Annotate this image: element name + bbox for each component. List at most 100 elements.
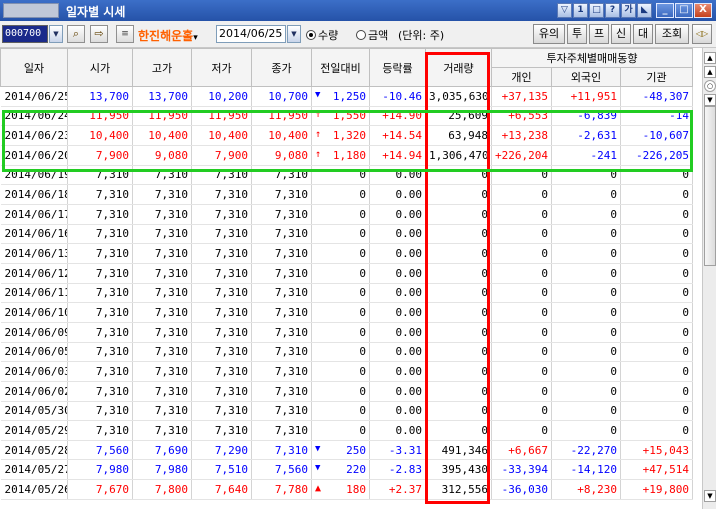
header-individual[interactable]: 개인 xyxy=(491,67,552,87)
filter-icon[interactable]: ▽ xyxy=(557,3,572,18)
cell-date: 2014/05/28 xyxy=(0,440,68,461)
table-row[interactable]: 2014/06/24 11,950 11,950 11,950 11,950 ↑ 1,550… xyxy=(0,106,693,127)
header-institution[interactable]: 기관 xyxy=(620,67,693,87)
cell-low: 7,310 xyxy=(191,184,252,205)
search-icon[interactable]: ⌕ xyxy=(67,25,85,43)
table-row[interactable]: 2014/05/27 7,980 7,980 7,510 7,560 ▼ 220 -2.83 3… xyxy=(0,459,693,481)
cell-close: 10,400 xyxy=(251,125,312,146)
credit-button[interactable]: 신 xyxy=(611,24,631,44)
vertical-scrollbar[interactable]: ▲ ▲ ○ ▼ ▼ xyxy=(702,48,716,509)
cell-open: 7,310 xyxy=(67,204,133,225)
cell-foreign-text: 0 xyxy=(610,325,617,339)
header-open[interactable]: 시가 xyxy=(67,48,133,87)
scroll-center-icon[interactable]: ○ xyxy=(704,80,716,92)
cell-date: 2014/05/27 xyxy=(0,459,68,481)
cell-change-text: 0 xyxy=(359,365,366,379)
unit-label: (단위: 주) xyxy=(398,29,445,42)
cell-close: 7,310 xyxy=(251,342,312,363)
loan-button[interactable]: 대 xyxy=(633,24,653,44)
table-row[interactable]: 2014/06/16 7,310 7,310 7,310 7,310 0 0.00 0 0 0 0 xyxy=(0,224,693,245)
note-icon[interactable]: ≡ xyxy=(116,25,134,43)
table-row[interactable]: 2014/06/18 7,310 7,310 7,310 7,310 0 0.00 0 0 0 0 xyxy=(0,184,693,205)
stock-name-dropdown-icon[interactable]: ▾ xyxy=(193,33,198,43)
up-arrow-icon: ↑ xyxy=(315,129,322,141)
cell-close-text: 7,310 xyxy=(274,188,308,202)
table-row[interactable]: 2014/06/25 13,700 13,700 10,200 10,700 ▼ 1,250… xyxy=(0,86,693,107)
header-foreign[interactable]: 외국인 xyxy=(551,67,621,87)
cell-close-text: 9,080 xyxy=(274,148,308,162)
cell-volume: 0 xyxy=(425,204,492,225)
header-rate[interactable]: 등락률 xyxy=(369,48,426,87)
table-row[interactable]: 2014/05/28 7,560 7,690 7,290 7,310 ▼ 250 -3.31 4… xyxy=(0,440,693,461)
table-row[interactable]: 2014/06/05 7,310 7,310 7,310 7,310 0 0.00 0 0 0 0 xyxy=(0,342,693,363)
close-button[interactable]: X xyxy=(694,3,712,18)
header-close[interactable]: 종가 xyxy=(251,48,312,87)
table-row[interactable]: 2014/06/02 7,310 7,310 7,310 7,310 0 0.00 0 0 0 0 xyxy=(0,381,693,402)
scroll-down-icon[interactable]: ▼ xyxy=(704,490,716,502)
table-row[interactable]: 2014/06/20 7,900 9,080 7,900 9,080 ↑ 1,180 +14.… xyxy=(0,145,693,166)
cell-change: ↑ 1,550 xyxy=(311,106,370,127)
header-date[interactable]: 일자 xyxy=(0,48,68,87)
cell-foreign: 0 xyxy=(551,184,621,205)
header-low[interactable]: 저가 xyxy=(191,48,252,87)
radio-amount[interactable]: 금액 xyxy=(356,27,388,43)
table-row[interactable]: 2014/05/29 7,310 7,310 7,310 7,310 0 0.00 0 0 0 0 xyxy=(0,420,693,441)
cell-high: 7,980 xyxy=(132,459,192,481)
stock-name[interactable]: 한진해운홀▾ xyxy=(138,27,198,44)
prev-next-icon[interactable]: ◁▷ xyxy=(692,24,712,44)
table-row[interactable]: 2014/06/13 7,310 7,310 7,310 7,310 0 0.00 0 0 0 0 xyxy=(0,243,693,264)
table-row[interactable]: 2014/06/03 7,310 7,310 7,310 7,310 0 0.00 0 0 0 0 xyxy=(0,361,693,382)
investor-button[interactable]: 투 xyxy=(567,24,587,44)
table-row[interactable]: 2014/06/11 7,310 7,310 7,310 7,310 0 0.00 0 0 0 0 xyxy=(0,283,693,304)
transfer-icon[interactable]: ⇨ xyxy=(90,25,108,43)
cell-change-text: 0 xyxy=(359,384,366,398)
cell-rate: 0.00 xyxy=(369,243,426,264)
scroll-up-icon[interactable]: ▲ xyxy=(704,52,716,64)
table-row[interactable]: 2014/06/09 7,310 7,310 7,310 7,310 0 0.00 0 0 0 0 xyxy=(0,322,693,343)
help-icon[interactable]: ? xyxy=(605,3,620,18)
table-row[interactable]: 2014/06/12 7,310 7,310 7,310 7,310 0 0.00 0 0 0 0 xyxy=(0,263,693,284)
cell-individual-text: 0 xyxy=(541,423,548,437)
resize-icon[interactable]: ◣ xyxy=(637,3,652,18)
scroll-thumb[interactable] xyxy=(704,106,716,266)
cell-open: 7,980 xyxy=(67,459,133,481)
cell-individual-text: 0 xyxy=(541,345,548,359)
cell-foreign: -241 xyxy=(551,145,621,166)
table-row[interactable]: 2014/06/10 7,310 7,310 7,310 7,310 0 0.00 0 0 0 0 xyxy=(0,302,693,323)
radio-volume[interactable]: 수량 xyxy=(306,27,338,43)
minimize-button[interactable]: _ xyxy=(656,3,674,18)
table-row[interactable]: 2014/06/19 7,310 7,310 7,310 7,310 0 0.00 0 0 0 0 xyxy=(0,165,693,186)
cell-open-text: 7,310 xyxy=(95,207,129,221)
caution-button[interactable]: 유의 xyxy=(533,24,565,44)
radio-volume-dot[interactable] xyxy=(306,30,316,40)
window-title: 일자별 시세 xyxy=(66,5,126,19)
stock-code-input[interactable]: 000700 xyxy=(2,25,48,43)
header-change[interactable]: 전일대비 xyxy=(311,48,370,87)
cell-change: 0 xyxy=(311,381,370,402)
header-volume[interactable]: 거래량 xyxy=(425,48,492,87)
query-button[interactable]: 조회 xyxy=(655,24,689,44)
header-high[interactable]: 고가 xyxy=(132,48,192,87)
cell-rate: +14.90 xyxy=(369,106,426,127)
table-row[interactable]: 2014/06/17 7,310 7,310 7,310 7,310 0 0.00 0 0 0 0 xyxy=(0,204,693,225)
link-1-icon[interactable]: 1 xyxy=(573,3,588,18)
cell-volume: 0 xyxy=(425,243,492,264)
table-row[interactable]: 2014/05/26 7,670 7,800 7,640 7,780 ▲ 180 +2.37 3… xyxy=(0,479,693,500)
scroll-page-up-icon[interactable]: ▲ xyxy=(704,66,716,78)
cell-close-text: 7,310 xyxy=(274,365,308,379)
cell-foreign: 0 xyxy=(551,204,621,225)
cell-open: 7,310 xyxy=(67,224,133,245)
font-icon[interactable]: 가 xyxy=(621,3,636,18)
radio-amount-dot[interactable] xyxy=(356,30,366,40)
table-row[interactable]: 2014/06/23 10,400 10,400 10,400 10,400 ↑ 1,320… xyxy=(0,125,693,146)
maximize-button[interactable]: □ xyxy=(675,3,693,18)
scroll-page-down-icon[interactable]: ▼ xyxy=(704,94,716,106)
date-dropdown-icon[interactable]: ▼ xyxy=(287,25,301,43)
table-row[interactable]: 2014/05/30 7,310 7,310 7,310 7,310 0 0.00 0 0 0 0 xyxy=(0,401,693,422)
cell-high-text: 7,310 xyxy=(154,423,188,437)
date-input[interactable]: 2014/06/25 xyxy=(216,25,286,43)
stock-code-dropdown-icon[interactable]: ▼ xyxy=(49,25,63,43)
window-icon[interactable]: □ xyxy=(589,3,604,18)
cell-change: 0 xyxy=(311,283,370,304)
program-button[interactable]: 프 xyxy=(589,24,609,44)
